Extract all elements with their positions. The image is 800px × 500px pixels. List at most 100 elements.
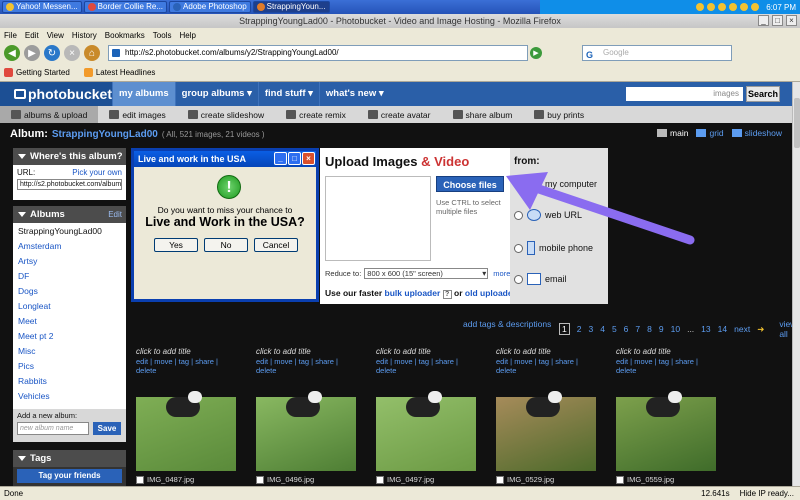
menu-bookmarks[interactable]: Bookmarks: [105, 31, 145, 40]
page-link[interactable]: 4: [600, 324, 605, 334]
menu-view[interactable]: View: [47, 31, 64, 40]
photo-actions[interactable]: edit | move | tag | share | delete: [616, 357, 716, 375]
choose-files-button[interactable]: Choose files: [436, 176, 504, 192]
select-checkbox[interactable]: [616, 475, 624, 484]
pick-your-own-link[interactable]: Pick your own: [72, 168, 122, 177]
tab-whats-new[interactable]: what's new ▾: [318, 82, 390, 106]
source-email[interactable]: email: [514, 273, 567, 285]
photo-thumbnail[interactable]: [376, 391, 476, 471]
page-link[interactable]: 14: [718, 324, 727, 334]
home-icon[interactable]: ⌂: [84, 45, 100, 61]
photobucket-logo[interactable]: photobucket: [0, 82, 112, 106]
album-url-field[interactable]: http://s2.photobucket.com/albums/: [17, 179, 122, 190]
bulk-uploader-link[interactable]: bulk uploader: [385, 288, 441, 298]
taskbar-tab[interactable]: StrappingYoun...: [252, 1, 330, 13]
view-slideshow[interactable]: slideshow: [731, 128, 782, 138]
view-grid[interactable]: grid: [696, 128, 724, 138]
page-link[interactable]: 9: [659, 324, 664, 334]
album-list-item[interactable]: Misc: [13, 343, 126, 358]
subnav-item[interactable]: albums & upload: [0, 106, 99, 123]
menu-edit[interactable]: Edit: [25, 31, 39, 40]
new-album-input[interactable]: new album name: [17, 422, 89, 435]
select-checkbox[interactable]: [136, 475, 144, 484]
save-album-button[interactable]: Save: [93, 422, 121, 435]
tray-icon[interactable]: [718, 3, 727, 11]
scrollbar[interactable]: [792, 82, 800, 486]
photo-thumbnail[interactable]: [136, 391, 236, 471]
album-list-item[interactable]: Artsy: [13, 253, 126, 268]
tab-find-stuff[interactable]: find stuff ▾: [257, 82, 319, 106]
go-icon[interactable]: ▶: [530, 47, 542, 59]
photo-actions[interactable]: edit | move | tag | share | delete: [496, 357, 596, 375]
page-link[interactable]: 13: [701, 324, 710, 334]
album-list-item[interactable]: Vehicles: [13, 388, 126, 403]
dialog-minimize-button[interactable]: _: [274, 152, 287, 165]
page-link[interactable]: 6: [624, 324, 629, 334]
page-link[interactable]: 5: [612, 324, 617, 334]
help-icon[interactable]: ?: [442, 290, 452, 299]
albums-header[interactable]: Albums Edit: [13, 206, 126, 223]
album-list-item[interactable]: Amsterdam: [13, 238, 126, 253]
subnav-item[interactable]: buy prints: [523, 106, 595, 123]
subnav-item[interactable]: edit images: [98, 106, 176, 123]
reload-icon[interactable]: ↻: [44, 45, 60, 61]
where-header[interactable]: Where's this album?: [13, 148, 126, 165]
page-link[interactable]: 8: [647, 324, 652, 334]
album-list-item[interactable]: Pics: [13, 358, 126, 373]
subnav-item[interactable]: create remix: [275, 106, 357, 123]
menu-help[interactable]: Help: [179, 31, 195, 40]
page-link[interactable]: 7: [635, 324, 640, 334]
bookmark-getting-started[interactable]: Getting Started: [4, 68, 70, 77]
tag-friends-button[interactable]: Tag your friends: [17, 469, 122, 483]
tags-header[interactable]: Tags: [13, 450, 126, 467]
album-name-link[interactable]: StrappingYoungLad00: [52, 129, 158, 140]
reduce-select[interactable]: 800 x 600 (15" screen): [364, 268, 489, 279]
address-bar[interactable]: http://s2.photobucket.com/albums/y2/Stra…: [108, 45, 528, 61]
scrollbar-thumb[interactable]: [794, 98, 800, 148]
tray-icon[interactable]: [707, 3, 716, 11]
view-all-link[interactable]: view all: [779, 319, 792, 339]
stop-icon[interactable]: ×: [64, 45, 80, 61]
photo-thumbnail[interactable]: [256, 391, 356, 471]
album-list-item[interactable]: Rabbits: [13, 373, 126, 388]
subnav-item[interactable]: create avatar: [357, 106, 442, 123]
close-button[interactable]: ×: [786, 15, 797, 26]
file-list-area[interactable]: [325, 176, 431, 261]
photo-title-link[interactable]: click to add title: [136, 347, 236, 357]
select-checkbox[interactable]: [376, 475, 384, 484]
tray-icon[interactable]: [696, 3, 705, 11]
page-link[interactable]: 3: [588, 324, 593, 334]
taskbar-tab[interactable]: Yahoo! Messen...: [2, 1, 82, 13]
taskbar-tab[interactable]: Border Collie Re...: [83, 1, 168, 13]
photo-thumbnail[interactable]: [496, 391, 596, 471]
select-checkbox[interactable]: [496, 475, 504, 484]
bookmark-latest-headlines[interactable]: Latest Headlines: [83, 68, 155, 77]
photo-title-link[interactable]: click to add title: [256, 347, 356, 357]
photo-actions[interactable]: edit | move | tag | share | delete: [256, 357, 356, 375]
next-link[interactable]: next: [734, 324, 750, 334]
search-field[interactable]: G Google: [582, 45, 732, 61]
page-link[interactable]: 2: [577, 324, 582, 334]
album-list-item[interactable]: DF: [13, 268, 126, 283]
forward-icon[interactable]: ▶: [24, 45, 40, 61]
taskbar-tab[interactable]: Adobe Photoshop: [169, 1, 251, 13]
yes-button[interactable]: Yes: [154, 238, 198, 252]
tab-my-albums[interactable]: my albums: [112, 82, 175, 106]
tray-icon[interactable]: [740, 3, 749, 11]
photo-title-link[interactable]: click to add title: [616, 347, 716, 357]
album-list-item[interactable]: Longleat: [13, 298, 126, 313]
maximize-button[interactable]: □: [772, 15, 783, 26]
photo-actions[interactable]: edit | move | tag | share | delete: [136, 357, 236, 375]
radio[interactable]: [514, 274, 523, 284]
album-list-item[interactable]: StrappingYoungLad00: [13, 223, 126, 238]
add-tags-link[interactable]: add tags & descriptions: [463, 319, 551, 329]
no-button[interactable]: No: [204, 238, 248, 252]
photo-actions[interactable]: edit | move | tag | share | delete: [376, 357, 476, 375]
tray-icon[interactable]: [751, 3, 760, 11]
page-link[interactable]: 10: [671, 324, 680, 334]
menu-tools[interactable]: Tools: [153, 31, 172, 40]
back-icon[interactable]: ◀: [4, 45, 20, 61]
tab-group-albums[interactable]: group albums ▾: [174, 82, 258, 106]
tray-icon[interactable]: [729, 3, 738, 11]
cancel-button[interactable]: Cancel: [254, 238, 298, 252]
